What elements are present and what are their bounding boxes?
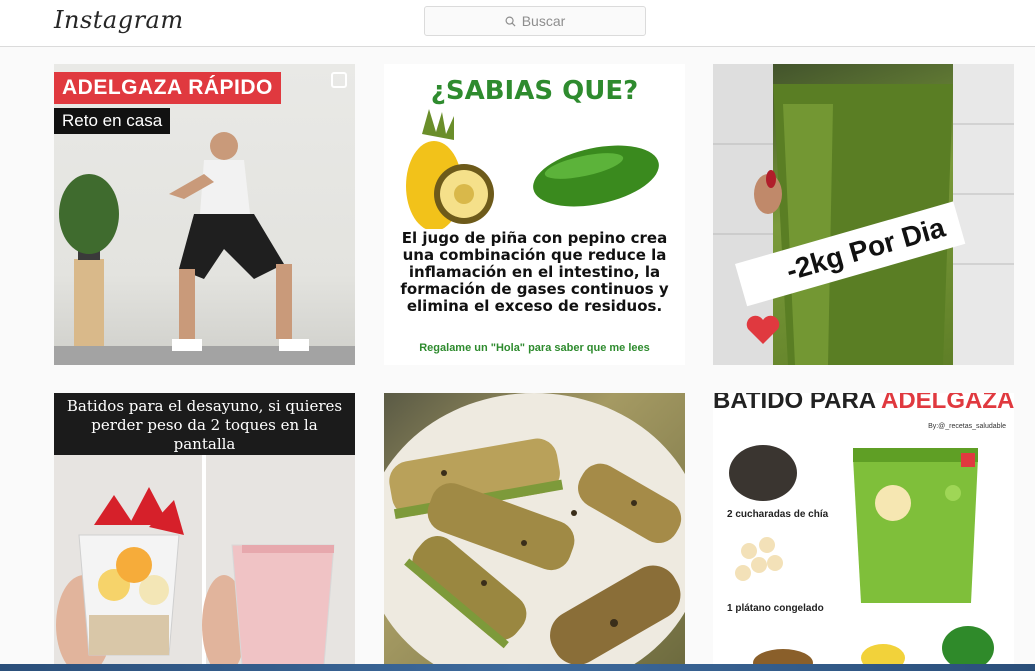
post-footer-text: Regalame un "Hola" para saber que me lee… bbox=[419, 342, 650, 354]
post-thumbnail-3[interactable]: -2kg Por Dia bbox=[713, 64, 1014, 365]
heart-icon bbox=[746, 315, 780, 344]
search-input[interactable]: Buscar bbox=[424, 6, 646, 36]
ingredient-label-1: 2 cucharadas de chía bbox=[727, 509, 829, 520]
taskbar-strip bbox=[0, 664, 1035, 671]
smoothie-glasses-photo bbox=[56, 455, 335, 671]
post-body-text: El jugo de piña con pepino crea una comb… bbox=[400, 229, 669, 315]
search-icon bbox=[505, 16, 516, 27]
baked-zucchini-photo bbox=[384, 393, 685, 671]
post-thumbnail-6[interactable]: BATIDO PARA ADELGAZAR By:@_recetas_salud… bbox=[713, 393, 1014, 671]
smoothie-recipe-illustration bbox=[729, 445, 994, 671]
post-heading: BATIDO PARA ADELGAZAR bbox=[713, 393, 1014, 415]
post-thumbnail-5[interactable] bbox=[384, 393, 685, 671]
heading-part-b: ADELGAZAR bbox=[881, 393, 1014, 414]
heading-part-a: BATIDO PARA bbox=[713, 393, 881, 414]
ingredient-label-2: 1 plátano congelado bbox=[727, 603, 824, 614]
post-thumbnail-1[interactable]: ADELGAZA RÁPIDO Reto en casa bbox=[54, 64, 355, 365]
instagram-logo[interactable]: Instagram bbox=[54, 6, 184, 34]
post-caption: Batidos para el desayuno, si quieres per… bbox=[66, 397, 343, 453]
pineapple-cucumber-illustration bbox=[406, 109, 659, 229]
post-thumbnail-2[interactable]: ¿SABIAS QUE? El jugo de piña con pepino … bbox=[384, 64, 685, 365]
search-placeholder: Buscar bbox=[521, 13, 566, 29]
top-header: Instagram Buscar bbox=[0, 0, 1035, 47]
post-thumbnail-4[interactable]: Batidos para el desayuno, si quieres per… bbox=[54, 393, 355, 671]
post-badge: ADELGAZA RÁPIDO bbox=[54, 72, 281, 104]
post-heading: ¿SABIAS QUE? bbox=[430, 76, 639, 106]
post-subtitle: Reto en casa bbox=[54, 108, 171, 134]
multi-post-icon bbox=[331, 72, 347, 88]
author-handle: By:@_recetas_saludable bbox=[928, 423, 1006, 430]
